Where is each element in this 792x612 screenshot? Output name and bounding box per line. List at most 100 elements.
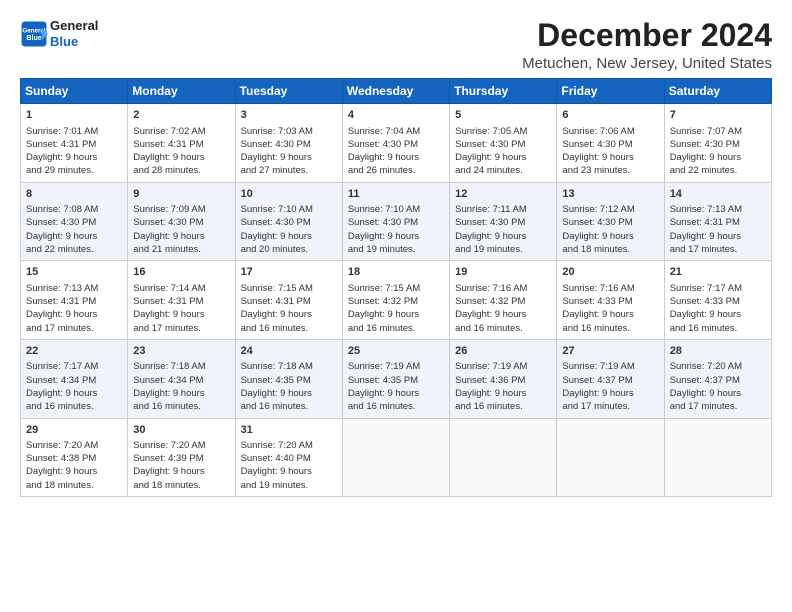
day-info: Sunset: 4:32 PM [348, 296, 418, 307]
day-info: Sunset: 4:30 PM [26, 217, 96, 228]
day-info: and 29 minutes. [26, 165, 94, 176]
day-number: 27 [562, 344, 659, 359]
day-info: Sunrise: 7:08 AM [26, 204, 98, 215]
day-info: Daylight: 9 hours [133, 231, 204, 242]
day-info: and 17 minutes. [670, 244, 738, 255]
day-info: Sunrise: 7:19 AM [455, 361, 527, 372]
day-number: 31 [241, 423, 338, 438]
day-info: Sunrise: 7:18 AM [241, 361, 313, 372]
calendar-cell [450, 418, 557, 497]
day-info: Sunset: 4:39 PM [133, 453, 203, 464]
calendar-cell: 26Sunrise: 7:19 AMSunset: 4:36 PMDayligh… [450, 339, 557, 418]
calendar-week-3: 15Sunrise: 7:13 AMSunset: 4:31 PMDayligh… [21, 261, 772, 340]
day-info: Sunrise: 7:20 AM [133, 440, 205, 451]
day-info: and 16 minutes. [241, 323, 309, 334]
col-sunday: Sunday [21, 79, 128, 104]
day-info: Sunrise: 7:15 AM [241, 283, 313, 294]
day-info: Daylight: 9 hours [455, 231, 526, 242]
day-info: Sunset: 4:31 PM [133, 139, 203, 150]
day-info: and 17 minutes. [562, 401, 630, 412]
day-info: Daylight: 9 hours [670, 388, 741, 399]
day-info: and 16 minutes. [455, 401, 523, 412]
calendar-cell: 23 Sunrise: 7:18 AM Sunset: 4:34 PM Dayligh… [128, 339, 235, 418]
day-number: 21 [670, 265, 767, 280]
day-info: Sunset: 4:38 PM [26, 453, 96, 464]
day-info: Daylight: 9 hours [562, 152, 633, 163]
calendar-cell: 7Sunrise: 7:07 AMSunset: 4:30 PMDaylight… [664, 104, 771, 183]
day-info: and 21 minutes. [133, 244, 201, 255]
day-info: Sunrise: 7:18 AM [133, 361, 205, 372]
day-info: Daylight: 9 hours [241, 231, 312, 242]
day-number: 25 [348, 344, 445, 359]
day-info: Sunrise: 7:19 AM [348, 361, 420, 372]
day-info: Daylight: 9 hours [241, 388, 312, 399]
day-info: and 16 minutes. [348, 401, 416, 412]
calendar-cell: 20Sunrise: 7:16 AMSunset: 4:33 PMDayligh… [557, 261, 664, 340]
day-number: 24 [241, 344, 338, 359]
day-info: Sunrise: 7:17 AM [26, 361, 98, 372]
svg-text:Blue: Blue [26, 35, 41, 42]
calendar-cell: 4Sunrise: 7:04 AMSunset: 4:30 PMDaylight… [342, 104, 449, 183]
day-info: and 16 minutes. [455, 323, 523, 334]
day-info: Daylight: 9 hours [26, 309, 97, 320]
day-info: Sunrise: 7:10 AM [348, 204, 420, 215]
day-info: and 18 minutes. [133, 480, 201, 491]
day-number: 23 [133, 344, 230, 359]
day-info: Sunrise: 7:20 AM [241, 440, 313, 451]
day-info: Sunrise: 7:16 AM [562, 283, 634, 294]
day-info: Sunrise: 7:19 AM [562, 361, 634, 372]
day-info: and 17 minutes. [133, 323, 201, 334]
day-info: Sunrise: 7:13 AM [26, 283, 98, 294]
day-info: Sunset: 4:36 PM [455, 375, 525, 386]
calendar-cell: 13Sunrise: 7:12 AMSunset: 4:30 PMDayligh… [557, 182, 664, 261]
col-thursday: Thursday [450, 79, 557, 104]
day-info: Sunset: 4:30 PM [348, 139, 418, 150]
day-number: 19 [455, 265, 552, 280]
day-number: 30 [133, 423, 230, 438]
day-info: Daylight: 9 hours [348, 388, 419, 399]
day-number: 29 [26, 423, 123, 438]
day-info: Sunrise: 7:01 AM [26, 126, 98, 137]
day-info: Daylight: 9 hours [562, 388, 633, 399]
day-info: Sunrise: 7:03 AM [241, 126, 313, 137]
day-number: 15 [26, 265, 123, 280]
page: General Blue General Blue December 2024 … [0, 0, 792, 612]
day-info: Sunset: 4:37 PM [562, 375, 632, 386]
day-number: 16 [133, 265, 230, 280]
day-info: Daylight: 9 hours [455, 309, 526, 320]
calendar-cell: 12Sunrise: 7:11 AMSunset: 4:30 PMDayligh… [450, 182, 557, 261]
main-title: December 2024 [522, 18, 772, 53]
day-info: Sunrise: 7:20 AM [670, 361, 742, 372]
day-info: Daylight: 9 hours [348, 231, 419, 242]
calendar-cell: 15Sunrise: 7:13 AMSunset: 4:31 PMDayligh… [21, 261, 128, 340]
day-info: Daylight: 9 hours [26, 388, 97, 399]
calendar-header: Sunday Monday Tuesday Wednesday Thursday… [21, 79, 772, 104]
day-info: Daylight: 9 hours [348, 152, 419, 163]
day-info: and 24 minutes. [455, 165, 523, 176]
calendar-cell: 18Sunrise: 7:15 AMSunset: 4:32 PMDayligh… [342, 261, 449, 340]
calendar-cell [342, 418, 449, 497]
day-info: and 16 minutes. [670, 323, 738, 334]
day-info: Daylight: 9 hours [133, 152, 204, 163]
calendar-cell: 17Sunrise: 7:15 AMSunset: 4:31 PMDayligh… [235, 261, 342, 340]
calendar-cell [664, 418, 771, 497]
day-info: Sunrise: 7:16 AM [455, 283, 527, 294]
day-info: Daylight: 9 hours [562, 231, 633, 242]
day-info: Sunset: 4:35 PM [348, 375, 418, 386]
day-info: Sunset: 4:30 PM [348, 217, 418, 228]
day-info: Daylight: 9 hours [455, 388, 526, 399]
day-info: Daylight: 9 hours [348, 309, 419, 320]
calendar-week-5: 29Sunrise: 7:20 AMSunset: 4:38 PMDayligh… [21, 418, 772, 497]
day-info: Sunset: 4:34 PM [133, 375, 203, 386]
day-info: Sunrise: 7:06 AM [562, 126, 634, 137]
day-info: and 22 minutes. [670, 165, 738, 176]
day-info: Daylight: 9 hours [241, 309, 312, 320]
day-info: Daylight: 9 hours [133, 388, 204, 399]
calendar-week-4: 22Sunrise: 7:17 AMSunset: 4:34 PMDayligh… [21, 339, 772, 418]
day-info: Daylight: 9 hours [133, 309, 204, 320]
day-info: Sunset: 4:34 PM [26, 375, 96, 386]
day-info: and 22 minutes. [26, 244, 94, 255]
day-number: 13 [562, 187, 659, 202]
day-info: Sunset: 4:32 PM [455, 296, 525, 307]
calendar-cell: 5Sunrise: 7:05 AMSunset: 4:30 PMDaylight… [450, 104, 557, 183]
